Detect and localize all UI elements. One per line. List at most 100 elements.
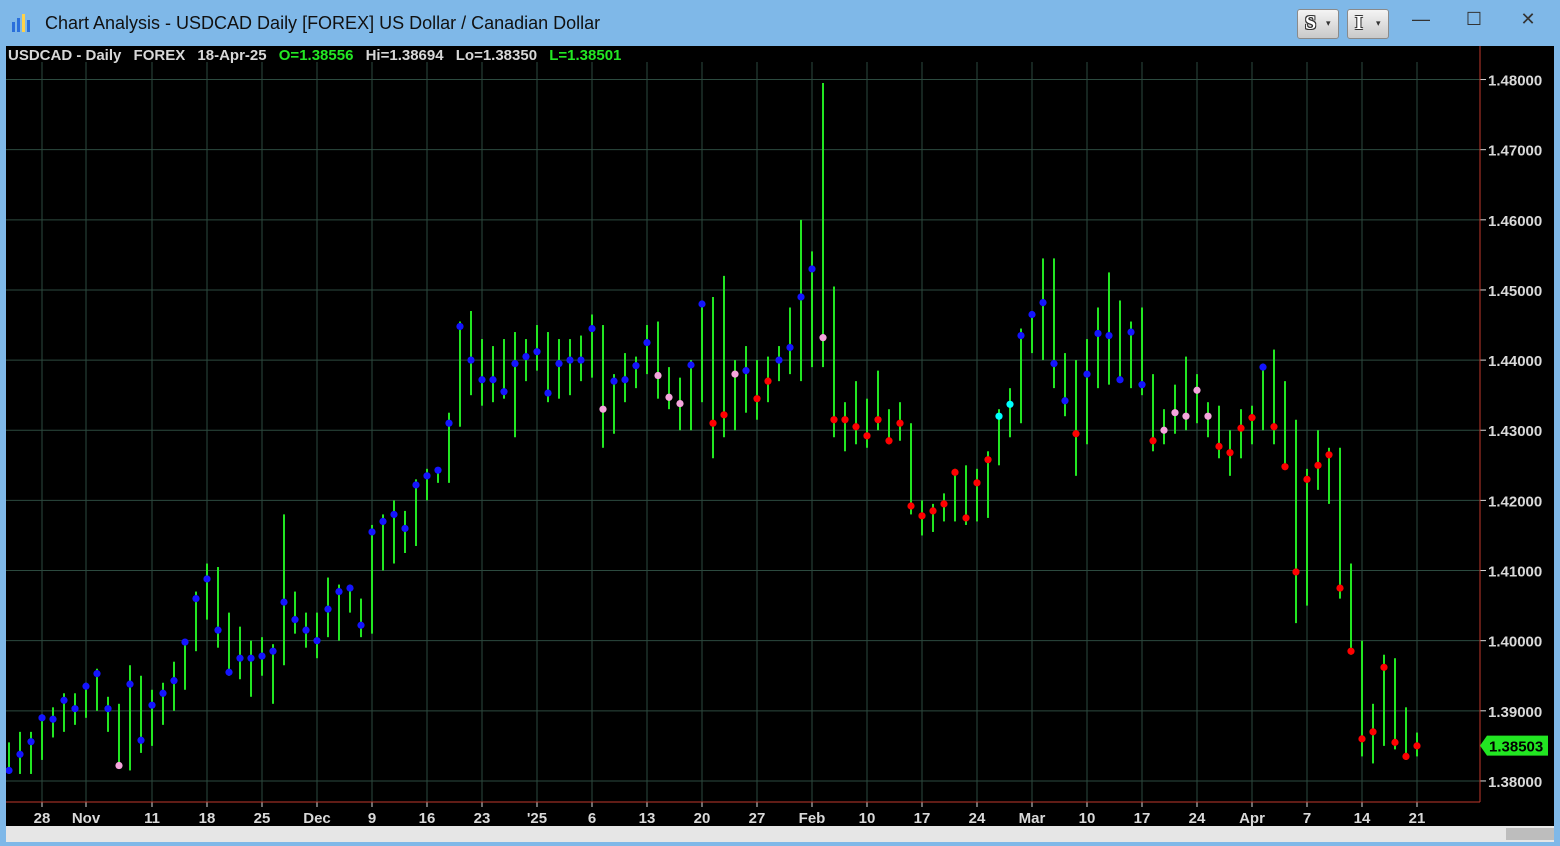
close-dot xyxy=(148,701,156,709)
close-dot xyxy=(885,437,893,445)
close-dot xyxy=(907,502,915,510)
close-dot xyxy=(346,584,354,592)
close-dot xyxy=(533,348,541,356)
close-dot xyxy=(93,670,101,678)
x-tick-label: Mar xyxy=(1019,810,1046,826)
close-dot xyxy=(38,714,46,722)
close-dot xyxy=(1182,412,1190,420)
close-dot xyxy=(676,399,684,408)
y-tick-label: 1.48000 xyxy=(1488,73,1542,90)
close-dot xyxy=(1105,331,1113,340)
x-tick-label: 25 xyxy=(254,810,271,826)
close-dot xyxy=(1347,647,1355,655)
close-dot xyxy=(500,388,508,396)
close-dot xyxy=(753,395,761,403)
close-dot xyxy=(1270,423,1278,431)
close-dot xyxy=(115,761,123,770)
close-dot xyxy=(863,432,871,440)
close-dot xyxy=(1006,400,1014,408)
close-dot xyxy=(401,524,409,533)
price-chart[interactable]: 1.38000 1.39000 1.40000 1.41000 1.42000 1.430… xyxy=(6,46,1554,826)
close-dot xyxy=(1116,376,1124,384)
x-tick-label: 16 xyxy=(419,810,436,826)
close-dot xyxy=(962,514,970,522)
close-dot xyxy=(1259,363,1267,371)
y-tick-label: 1.39000 xyxy=(1488,704,1542,721)
close-dot xyxy=(302,626,310,634)
close-dot xyxy=(1028,310,1036,319)
close-dot xyxy=(214,626,222,634)
minimize-icon[interactable]: — xyxy=(1403,8,1439,30)
close-dot xyxy=(203,575,211,583)
close-dot xyxy=(588,324,596,333)
close-dot xyxy=(159,689,167,697)
style-s-button[interactable]: S ▾ xyxy=(1297,9,1339,39)
title-bar[interactable]: Chart Analysis - USDCAD Daily [FOREX] US… xyxy=(0,0,1560,46)
scrollbar-thumb[interactable] xyxy=(1506,828,1554,840)
last-value: L=1.38501 xyxy=(549,47,622,64)
close-dot xyxy=(632,362,640,370)
close-dot xyxy=(786,343,794,352)
x-tick-label: 24 xyxy=(1189,810,1206,826)
x-tick-label: 9 xyxy=(368,810,376,826)
style-i-button[interactable]: I ▾ xyxy=(1347,9,1389,39)
close-dot xyxy=(368,528,376,536)
close-dot xyxy=(478,376,486,384)
style-i-label: I xyxy=(1355,12,1363,34)
close-icon[interactable]: ✕ xyxy=(1510,8,1546,30)
close-dot xyxy=(896,419,904,427)
close-dot xyxy=(1325,451,1333,459)
close-dot xyxy=(1127,328,1135,336)
close-dot xyxy=(71,705,79,713)
x-tick-label: 21 xyxy=(1409,810,1426,826)
last-price-label: 1.38503 xyxy=(1489,739,1543,756)
close-dot xyxy=(1292,568,1300,576)
close-dot xyxy=(511,360,519,368)
exchange-label: FOREX xyxy=(133,47,186,64)
close-dot xyxy=(423,472,431,480)
close-dot xyxy=(1160,426,1168,434)
close-dot xyxy=(247,654,255,662)
x-tick-label: 7 xyxy=(1303,810,1311,826)
maximize-icon[interactable]: ☐ xyxy=(1456,8,1492,30)
close-dot xyxy=(357,621,365,629)
close-dot xyxy=(775,356,783,364)
y-tick-label: 1.38000 xyxy=(1488,774,1542,791)
close-dot xyxy=(291,616,299,624)
close-dot xyxy=(566,356,574,364)
close-dot xyxy=(1050,360,1058,368)
date-label: 18-Apr-25 xyxy=(197,47,267,64)
close-dot xyxy=(324,605,332,613)
close-dot xyxy=(445,419,453,427)
x-tick-label: 10 xyxy=(1079,810,1096,826)
y-tick-label: 1.44000 xyxy=(1488,353,1542,370)
close-dot xyxy=(1083,370,1091,378)
close-dot xyxy=(137,736,145,744)
close-dot xyxy=(918,512,926,520)
close-dot xyxy=(1226,449,1234,457)
close-dot xyxy=(951,468,959,476)
close-dot xyxy=(522,352,530,361)
close-dot xyxy=(1017,331,1025,340)
x-tick-label: 18 xyxy=(199,810,216,826)
chart-analysis-window: Chart Analysis - USDCAD Daily [FOREX] US… xyxy=(0,0,1560,846)
close-dot xyxy=(995,412,1003,420)
close-dot xyxy=(1094,329,1102,338)
horizontal-scrollbar[interactable] xyxy=(6,826,1554,842)
close-dot xyxy=(1248,414,1256,422)
close-dot xyxy=(1314,461,1322,469)
close-dot xyxy=(412,481,420,489)
close-dot xyxy=(1402,752,1410,761)
style-s-label: S xyxy=(1305,12,1317,34)
close-dot xyxy=(60,696,68,704)
close-dot xyxy=(544,389,552,397)
close-dot xyxy=(1072,430,1080,438)
window-title: Chart Analysis - USDCAD Daily [FOREX] US… xyxy=(45,13,601,33)
chevron-down-icon: ▾ xyxy=(1326,18,1331,28)
x-tick-label: 24 xyxy=(969,810,986,826)
close-dot xyxy=(280,598,288,606)
close-dot xyxy=(1061,397,1069,405)
close-dot xyxy=(1413,742,1421,750)
close-dot xyxy=(610,377,618,385)
x-tick-label: 13 xyxy=(639,810,656,826)
